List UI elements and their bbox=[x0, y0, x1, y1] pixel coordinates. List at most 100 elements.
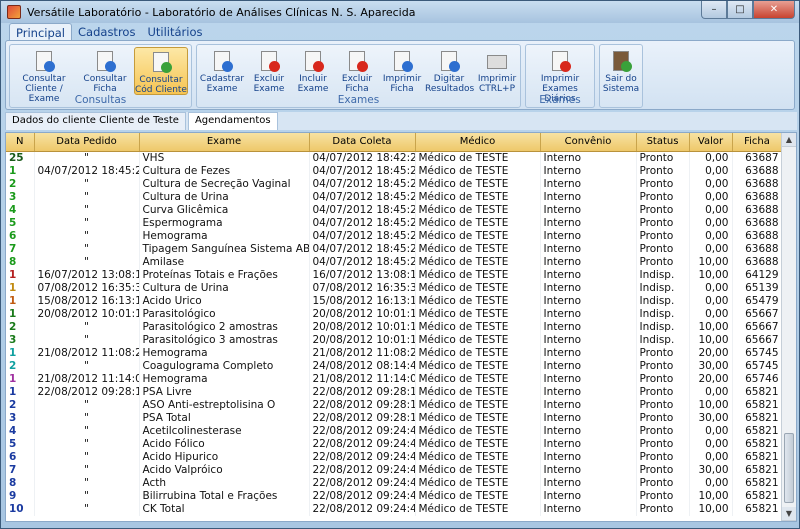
table-cell: 0,00 bbox=[689, 385, 733, 399]
digitar-resultados-button[interactable]: Digitar Resultados bbox=[425, 47, 475, 95]
group-sair: Sair do Sistema bbox=[599, 44, 643, 108]
table-cell: 10,00 bbox=[689, 489, 733, 503]
table-row[interactable]: 1 07/08/2012 16:35:32 Cultura de Urina 07/0… bbox=[6, 281, 783, 295]
table-cell: Interno bbox=[540, 385, 637, 399]
table-row[interactable]: 6 " Hemograma 04/07/2012 18:45:23 Médico de … bbox=[6, 229, 783, 243]
table-row[interactable]: 5 " Acido Fólico 22/08/2012 09:24:45 Médico … bbox=[6, 437, 783, 451]
table-row[interactable]: 4 " Acetilcolinesterase 22/08/2012 09:24:45… bbox=[6, 424, 783, 438]
table-cell: Interno bbox=[540, 463, 637, 477]
table-cell: Cultura de Urina bbox=[139, 281, 310, 295]
table-cell: Interno bbox=[540, 450, 637, 464]
table-row[interactable]: 3 " Parasitológico 3 amostras 20/08/2012 10… bbox=[6, 333, 783, 347]
table-cell: 65821 bbox=[732, 502, 783, 516]
consultar-cliente-exame-button[interactable]: Consultar Cliente / Exame bbox=[14, 47, 74, 104]
tab-cadastros[interactable]: Cadastros bbox=[72, 23, 141, 41]
table-cell: Interno bbox=[540, 398, 637, 412]
table-cell: 65479 bbox=[732, 294, 783, 308]
table-cell: Indisp. bbox=[636, 268, 690, 282]
cadastrar-exame-button[interactable]: Cadastrar Exame bbox=[199, 47, 245, 95]
table-cell: Hemograma bbox=[139, 229, 310, 243]
table-row[interactable]: 1 21/08/2012 11:14:05 Hemograma 21/08/2012 … bbox=[6, 372, 783, 386]
sair-do-sistema-button[interactable]: Sair do Sistema bbox=[602, 47, 640, 95]
minimize-button[interactable]: – bbox=[701, 1, 727, 19]
table-row[interactable]: 3 " Cultura de Urina 04/07/2012 18:45:22 Méd… bbox=[6, 190, 783, 204]
table-row[interactable]: 25 " VHS 04/07/2012 18:42:23 Médico de TESTE… bbox=[6, 151, 783, 165]
table-row[interactable]: 4 " Curva Glicêmica 04/07/2012 18:45:22 Médi… bbox=[6, 203, 783, 217]
table-row[interactable]: 1 21/08/2012 11:08:21 Hemograma 21/08/2012 … bbox=[6, 346, 783, 360]
table-cell: 64129 bbox=[732, 268, 783, 282]
table-row[interactable]: 2 " Coagulograma Completo 24/08/2012 08:14:… bbox=[6, 359, 783, 373]
table-row[interactable]: 7 " Tipagem Sanguínea Sistema ABO 04/07/201… bbox=[6, 242, 783, 256]
table-row[interactable]: 7 " Acido Valpróico 22/08/2012 09:24:46 Médi… bbox=[6, 463, 783, 477]
consultar-cod-cliente-button[interactable]: Consultar Cód Cliente bbox=[134, 47, 188, 95]
table-row[interactable]: 1 22/08/2012 09:28:14 PSA Livre 22/08/2012 … bbox=[6, 385, 783, 399]
table-cell: 07/08/2012 16:35:32 bbox=[309, 281, 416, 295]
table-row[interactable]: 9 " Bilirrubina Total e Frações 22/08/2012 … bbox=[6, 489, 783, 503]
close-button[interactable]: ✕ bbox=[753, 1, 795, 19]
table-cell: Médico de TESTE bbox=[415, 359, 541, 373]
imprimir-ficha-button[interactable]: Imprimir Ficha bbox=[381, 47, 423, 95]
vertical-scrollbar[interactable]: ▲ ▼ bbox=[781, 133, 796, 521]
column-header[interactable]: Data Pedido bbox=[34, 133, 140, 152]
delete-form-icon bbox=[346, 50, 368, 72]
column-header[interactable]: N bbox=[6, 133, 35, 152]
imprimir-button[interactable]: Imprimir CTRL+P bbox=[477, 47, 517, 95]
table-row[interactable]: 10 " CK Total 22/08/2012 09:24:46 Médico de … bbox=[6, 502, 783, 516]
column-header[interactable]: Convênio bbox=[540, 133, 637, 152]
column-header[interactable]: Médico bbox=[415, 133, 541, 152]
table-row[interactable]: 3 " PSA Total 22/08/2012 09:28:14 Médico de … bbox=[6, 411, 783, 425]
table-row[interactable]: 1 16/07/2012 13:08:16 Proteínas Totais e F… bbox=[6, 268, 783, 282]
group-exames: Cadastrar Exame Excluir Exame Incluir Ex… bbox=[196, 44, 521, 108]
column-header[interactable]: Status bbox=[636, 133, 690, 152]
tab-principal[interactable]: Principal bbox=[9, 23, 73, 41]
table-cell: Hemograma bbox=[139, 346, 310, 360]
agendamentos-grid: N Data Pedido Exame Data Coleta Médico Convên… bbox=[5, 132, 797, 522]
column-header[interactable]: Data Coleta bbox=[309, 133, 416, 152]
maximize-button[interactable]: □ bbox=[727, 1, 753, 19]
incluir-exame-button[interactable]: Incluir Exame bbox=[293, 47, 333, 95]
table-cell: Parasitológico 2 amostras bbox=[139, 320, 310, 334]
table-cell: Pronto bbox=[636, 177, 690, 191]
table-cell: Bilirrubina Total e Frações bbox=[139, 489, 310, 503]
table-cell: 25 bbox=[6, 151, 35, 165]
table-cell: Médico de TESTE bbox=[415, 333, 541, 347]
column-header[interactable]: Exame bbox=[139, 133, 310, 152]
scroll-down-icon[interactable]: ▼ bbox=[782, 507, 796, 521]
table-row[interactable]: 2 " Parasitológico 2 amostras 20/08/2012 10… bbox=[6, 320, 783, 334]
excluir-exame-button[interactable]: Excluir Exame bbox=[247, 47, 291, 95]
button-label: Digitar Resultados bbox=[425, 74, 475, 94]
table-row[interactable]: 8 " Acth 22/08/2012 09:24:46 Médico de TESTE… bbox=[6, 476, 783, 490]
tab-agendamentos[interactable]: Agendamentos bbox=[187, 112, 278, 130]
table-cell: 1 bbox=[6, 164, 35, 178]
tab-dados-cliente[interactable]: Dados do cliente Cliente de Teste bbox=[5, 112, 186, 130]
imprimir-exames-diarios-button[interactable]: Imprimir Exames Diários bbox=[529, 47, 591, 104]
table-row[interactable]: 1 04/07/2012 18:45:22 Cultura de Fezes 04/0… bbox=[6, 164, 783, 178]
table-cell: 0,00 bbox=[689, 294, 733, 308]
table-cell: " bbox=[34, 203, 140, 217]
table-cell: 0,00 bbox=[689, 203, 733, 217]
table-cell: 10,00 bbox=[689, 502, 733, 516]
column-header[interactable]: Valor bbox=[689, 133, 733, 152]
table-row[interactable]: 1 20/08/2012 10:01:12 Parasitológico 20/08/… bbox=[6, 307, 783, 321]
scroll-up-icon[interactable]: ▲ bbox=[782, 133, 796, 147]
table-row[interactable]: 5 " Espermograma 04/07/2012 18:45:22 Médico … bbox=[6, 216, 783, 230]
table-row[interactable]: 2 " ASO Anti-estreptolisina O 22/08/2012 09… bbox=[6, 398, 783, 412]
button-label: Incluir Exame bbox=[297, 74, 329, 94]
table-row[interactable]: 8 " Amilase 04/07/2012 18:45:26 Médico de TE… bbox=[6, 255, 783, 269]
consultar-ficha-button[interactable]: Consultar Ficha bbox=[80, 47, 130, 95]
column-header[interactable]: Ficha bbox=[732, 133, 783, 152]
table-row[interactable]: 6 " Acido Hipurico 22/08/2012 09:24:46 Médic… bbox=[6, 450, 783, 464]
table-cell: Interno bbox=[540, 333, 637, 347]
table-row[interactable]: 2 " Cultura de Secreção Vaginal 04/07/2012 … bbox=[6, 177, 783, 191]
table-cell: Médico de TESTE bbox=[415, 411, 541, 425]
table-cell: Médico de TESTE bbox=[415, 164, 541, 178]
table-cell: 07/08/2012 16:35:32 bbox=[34, 281, 140, 295]
table-cell: Pronto bbox=[636, 437, 690, 451]
excluir-ficha-button[interactable]: Excluir Ficha bbox=[337, 47, 377, 95]
table-cell: 04/07/2012 18:45:26 bbox=[309, 242, 416, 256]
scroll-thumb[interactable] bbox=[784, 433, 794, 503]
tab-utilitarios[interactable]: Utilitários bbox=[141, 23, 208, 41]
table-cell: 1 bbox=[6, 268, 35, 282]
table-cell: Médico de TESTE bbox=[415, 489, 541, 503]
table-row[interactable]: 1 15/08/2012 16:13:11 Acido Urico 15/08/201… bbox=[6, 294, 783, 308]
